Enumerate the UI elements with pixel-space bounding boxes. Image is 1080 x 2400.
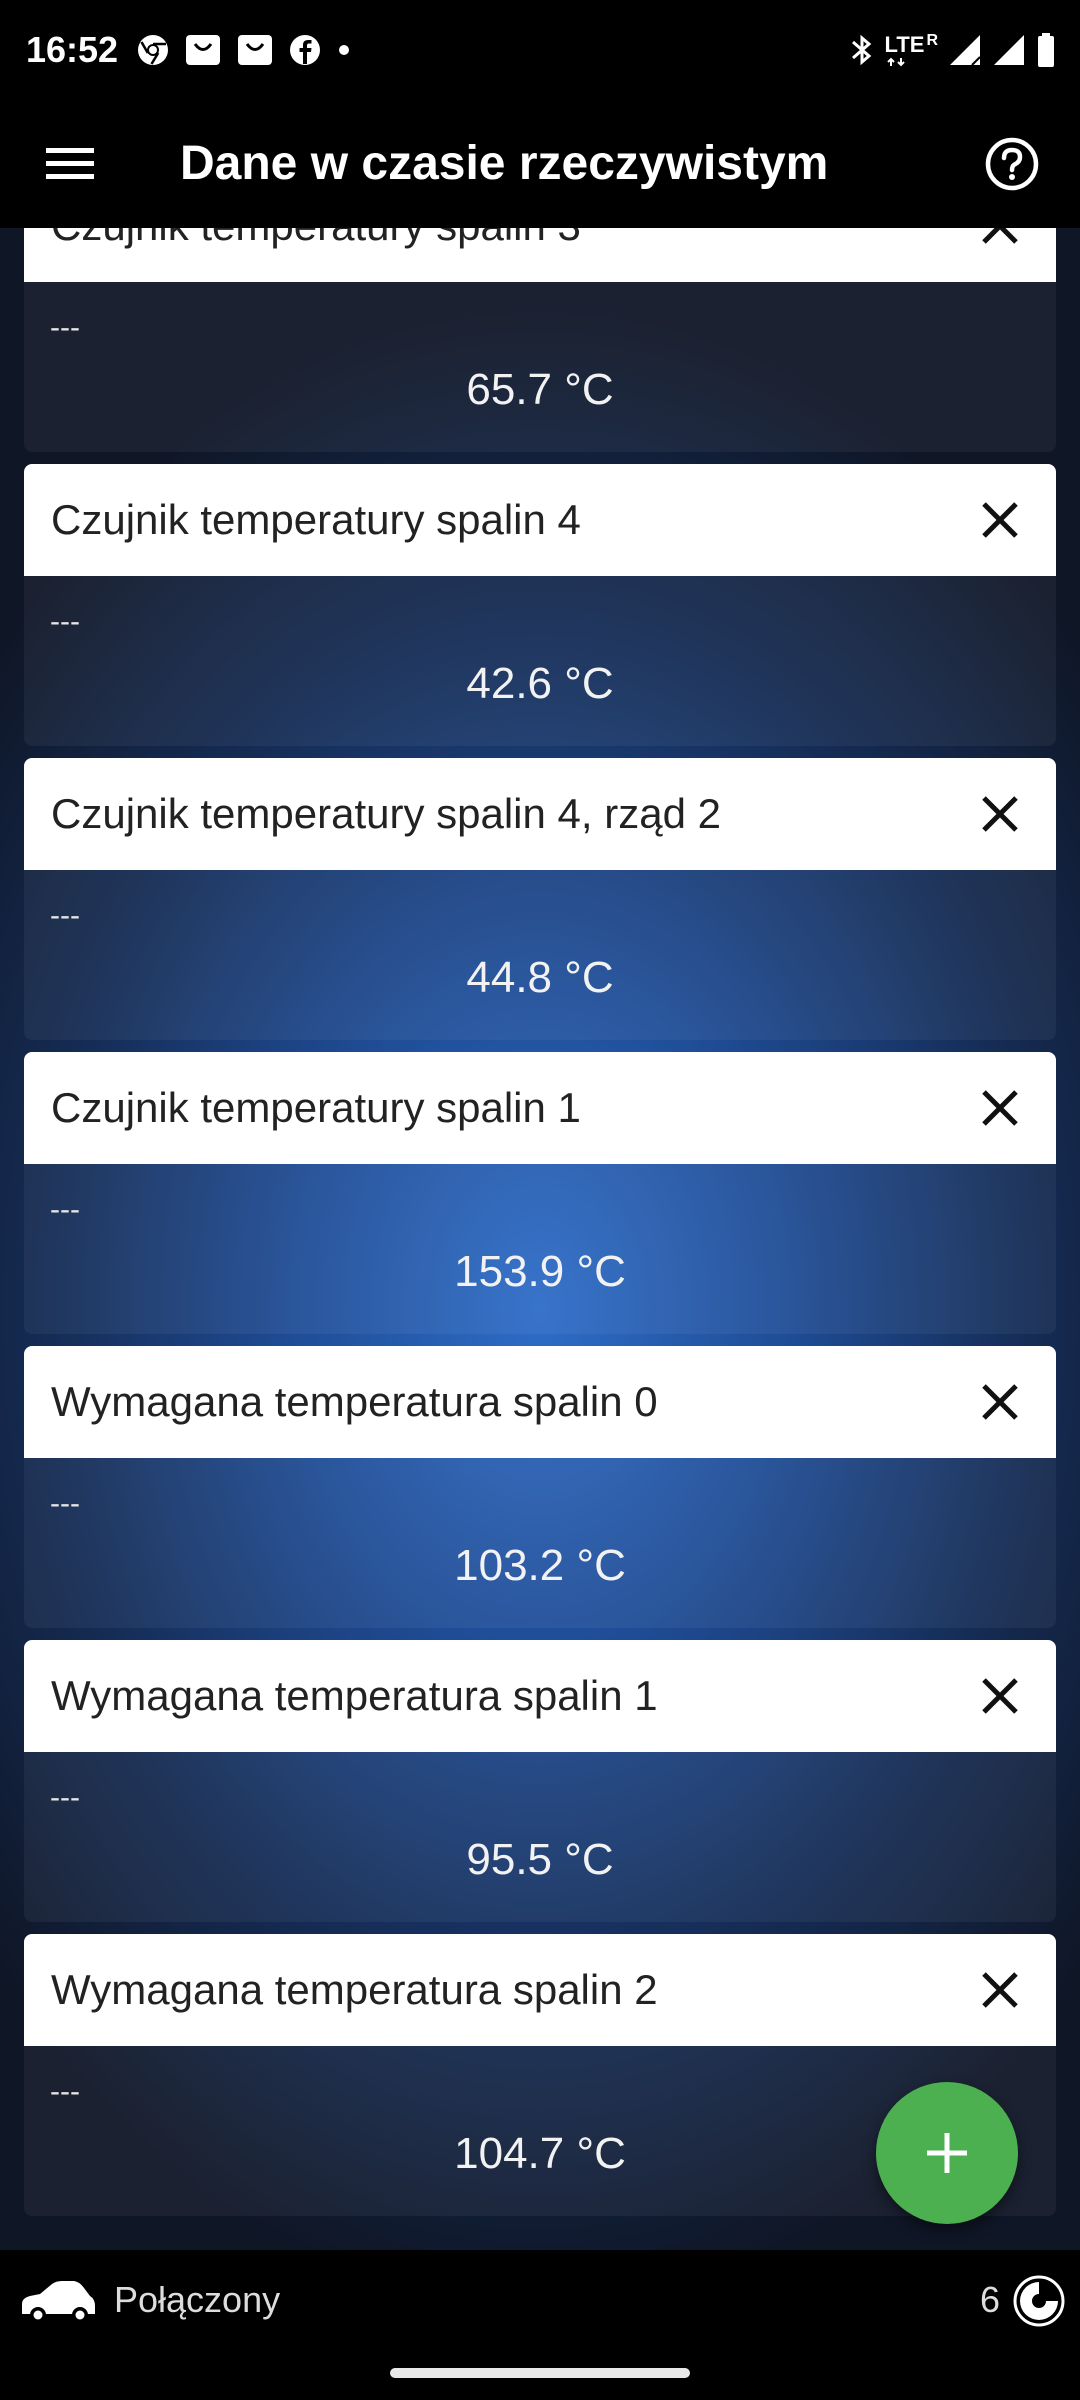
data-card: Czujnik temperatury spalin 4, rząd 2 ---… [24,758,1056,1040]
status-time: 16:52 [26,29,119,70]
card-header: Czujnik temperatury spalin 4 [24,464,1056,576]
card-title: Czujnik temperatury spalin 4, rząd 2 [51,790,721,837]
card-header: Wymagana temperatura spalin 1 [24,1640,1056,1752]
help-button[interactable] [978,130,1046,198]
realtime-data-list[interactable]: Czujnik temperatury spalin 3 --- 65.7 °C… [0,228,1080,2250]
card-list: Czujnik temperatury spalin 3 --- 65.7 °C… [24,228,1056,2228]
card-title: Czujnik temperatury spalin 1 [51,1084,581,1131]
close-icon [982,796,1018,832]
remove-card-button[interactable] [970,1372,1030,1432]
card-value: 103.2 °C [454,1541,626,1590]
signal-icon [994,35,1024,65]
card-body: --- 95.5 °C [24,1752,1056,1922]
card-subtitle: --- [50,1487,80,1520]
card-value: 95.5 °C [466,1835,614,1884]
card-header: Czujnik temperatury spalin 3 [24,228,1056,282]
close-icon [982,1384,1018,1420]
card-subtitle: --- [50,899,80,932]
card-subtitle: --- [50,1781,80,1814]
page-title: Dane w czasie rzeczywistym [180,137,829,190]
card-title: Wymagana temperatura spalin 0 [51,1378,658,1425]
card-subtitle: --- [50,2075,80,2108]
chrome-icon [138,35,168,65]
data-card: Czujnik temperatury spalin 3 --- 65.7 °C [24,228,1056,452]
data-card: Czujnik temperatury spalin 1 --- 153.9 °… [24,1052,1056,1334]
dot-icon [339,45,349,55]
card-subtitle: --- [50,311,80,344]
status-bar: 16:52 LTE R [0,0,1080,100]
app-bar: Dane w czasie rzeczywistym [0,100,1080,228]
card-title: Wymagana temperatura spalin 2 [51,1966,658,2013]
home-indicator[interactable] [390,2368,690,2378]
plus-icon [927,2133,967,2173]
card-header: Wymagana temperatura spalin 0 [24,1346,1056,1458]
car-icon [22,2281,95,2323]
remove-card-button[interactable] [970,1960,1030,2020]
close-icon [982,228,1018,244]
remove-card-button[interactable] [970,784,1030,844]
card-title: Czujnik temperatury spalin 3 [51,228,581,282]
remove-card-button[interactable] [970,490,1030,550]
data-card: Wymagana temperatura spalin 0 --- 103.2 … [24,1346,1056,1628]
card-subtitle: --- [50,605,80,638]
card-title: Wymagana temperatura spalin 1 [51,1672,658,1719]
connection-bar: Połączony 6 [0,2250,1080,2400]
hamburger-menu-icon [46,148,94,179]
battery-icon [1038,33,1054,67]
connection-status: Połączony [114,2279,281,2320]
roaming-label: R [926,32,938,49]
bluetooth-icon [851,34,871,66]
card-body: --- 153.9 °C [24,1164,1056,1334]
card-header: Czujnik temperatury spalin 1 [24,1052,1056,1164]
facebook-icon [290,35,320,65]
card-body: --- 44.8 °C [24,870,1056,1040]
remove-card-button[interactable] [970,1666,1030,1726]
data-card: Wymagana temperatura spalin 1 --- 95.5 °… [24,1640,1056,1922]
remove-card-button[interactable] [970,228,1030,256]
card-body: --- 65.7 °C [24,282,1056,452]
card-value: 153.9 °C [454,1247,626,1296]
menu-button[interactable] [30,124,110,204]
card-header: Wymagana temperatura spalin 2 [24,1934,1056,2046]
close-icon [982,1090,1018,1126]
close-icon [982,1972,1018,2008]
system-icons: LTE R [849,30,1056,70]
add-parameter-button[interactable] [876,2082,1018,2224]
card-value: 44.8 °C [466,953,614,1002]
connection-count: 6 [979,2279,1000,2320]
card-subtitle: --- [50,1193,80,1226]
close-icon [982,502,1018,538]
remove-card-button[interactable] [970,1078,1030,1138]
card-value: 65.7 °C [466,365,614,414]
card-title: Czujnik temperatury spalin 4 [51,496,581,543]
close-icon [982,1678,1018,1714]
card-value: 42.6 °C [466,659,614,708]
card-body: --- 103.2 °C [24,1458,1056,1628]
screen: 16:52 LTE R Dane w czasie rzeczywistym -… [0,0,1080,2400]
data-card: Czujnik temperatury spalin 4 --- 42.6 °C [24,464,1056,746]
help-circle-icon [985,137,1039,191]
app-logo-icon[interactable] [1012,2274,1066,2328]
data-arrows-icon [886,57,905,67]
card-header: Czujnik temperatury spalin 4, rząd 2 [24,758,1056,870]
shopping-bag-icon [238,35,272,65]
notification-icons [136,30,352,70]
card-body: --- 42.6 °C [24,576,1056,746]
lte-indicator: LTE R [885,33,938,67]
shopping-bag-icon [186,35,220,65]
signal-icon [950,35,981,66]
lte-label: LTE [884,32,925,57]
